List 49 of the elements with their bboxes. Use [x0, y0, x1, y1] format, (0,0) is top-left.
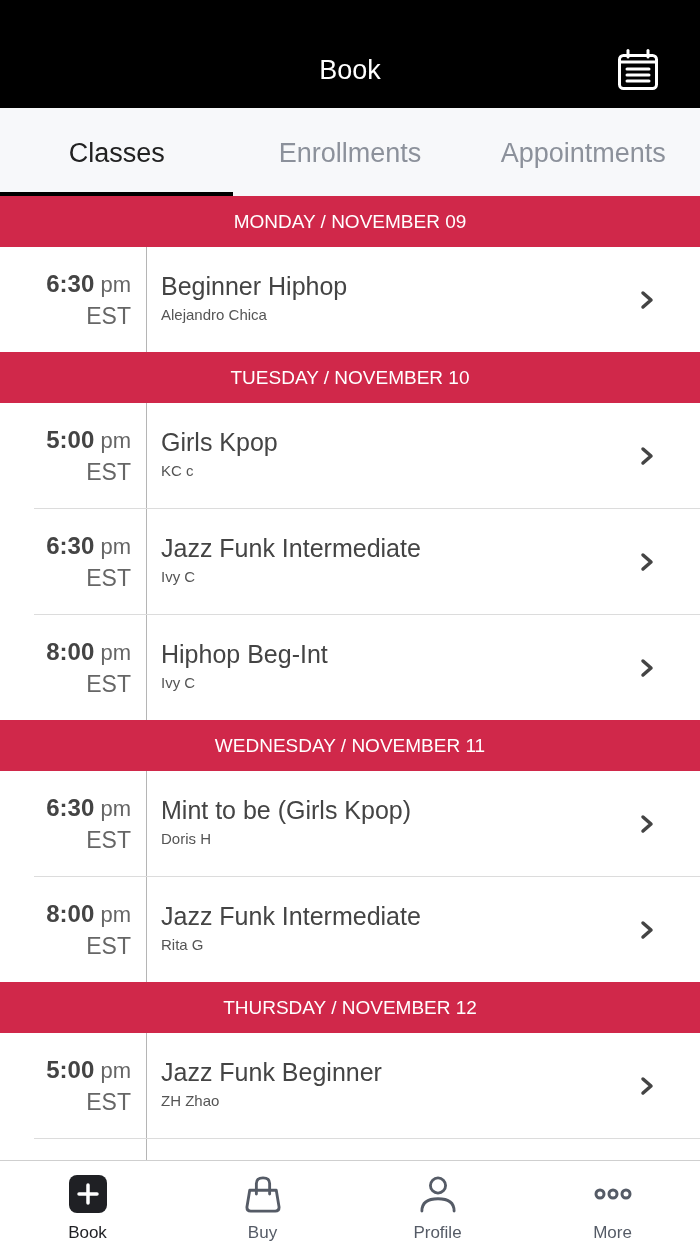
time-zone: EST: [86, 932, 131, 961]
class-time: 5:00 pm: [46, 425, 131, 455]
more-icon: [593, 1187, 632, 1201]
class-time: 6:30 pm: [46, 269, 131, 299]
screen-title: Book: [318, 54, 382, 87]
calendar-icon[interactable]: [617, 49, 659, 91]
day-header: THURSDAY / NOVEMBER 12: [0, 982, 700, 1033]
class-name: Jazz Funk Intermediate: [161, 533, 422, 564]
time-zone: EST: [86, 826, 131, 855]
class-time: 8:00 pm: [46, 899, 131, 929]
chevron-right-icon: [640, 1075, 654, 1096]
instructor-name: Rita G: [161, 935, 205, 955]
class-name: Beginner Hiphop: [161, 271, 349, 302]
instructor-name: ZH Zhao: [161, 1091, 221, 1111]
time-zone: EST: [86, 670, 131, 699]
time-zone: EST: [86, 1088, 131, 1117]
time-zone: EST: [86, 302, 131, 331]
time-zone: EST: [86, 458, 131, 487]
time-zone: EST: [86, 564, 131, 593]
instructor-name: KC c: [161, 461, 195, 481]
plus-icon: [68, 1175, 107, 1213]
nav-tab[interactable]: Book: [0, 1161, 175, 1244]
nav-tab[interactable]: More: [525, 1161, 700, 1244]
class-name: Girls Kpop: [161, 427, 279, 458]
person-icon: [419, 1175, 456, 1213]
class-name: Hiphop Beg-Int: [161, 639, 329, 670]
class-time: 6:30 pm: [46, 531, 131, 561]
class-time: 6:30 pm: [46, 793, 131, 823]
day-header: WEDNESDAY / NOVEMBER 11: [0, 720, 700, 771]
day-header: TUESDAY / NOVEMBER 10: [0, 352, 700, 403]
chevron-right-icon: [640, 657, 654, 678]
class-time: 5:00 pm: [46, 1055, 131, 1085]
class-name: Jazz Funk Intermediate: [161, 901, 422, 932]
instructor-name: Alejandro Chica: [161, 305, 268, 325]
chevron-right-icon: [640, 445, 654, 466]
chevron-right-icon: [640, 551, 654, 572]
day-header: MONDAY / NOVEMBER 09: [0, 196, 700, 247]
nav-tab[interactable]: Profile: [350, 1161, 525, 1244]
class-name: Mint to be (Girls Kpop): [161, 795, 413, 826]
shopping-bag-icon: [244, 1175, 281, 1213]
instructor-name: Ivy C: [161, 673, 197, 693]
chevron-right-icon: [640, 289, 654, 310]
instructor-name: Doris H: [161, 829, 212, 849]
class-name: Jazz Funk Beginner: [161, 1057, 383, 1088]
chevron-right-icon: [640, 813, 654, 834]
nav-tab[interactable]: Buy: [175, 1161, 350, 1244]
class-time: 8:00 pm: [46, 637, 131, 667]
chevron-right-icon: [640, 919, 654, 940]
instructor-name: Ivy C: [161, 567, 197, 587]
